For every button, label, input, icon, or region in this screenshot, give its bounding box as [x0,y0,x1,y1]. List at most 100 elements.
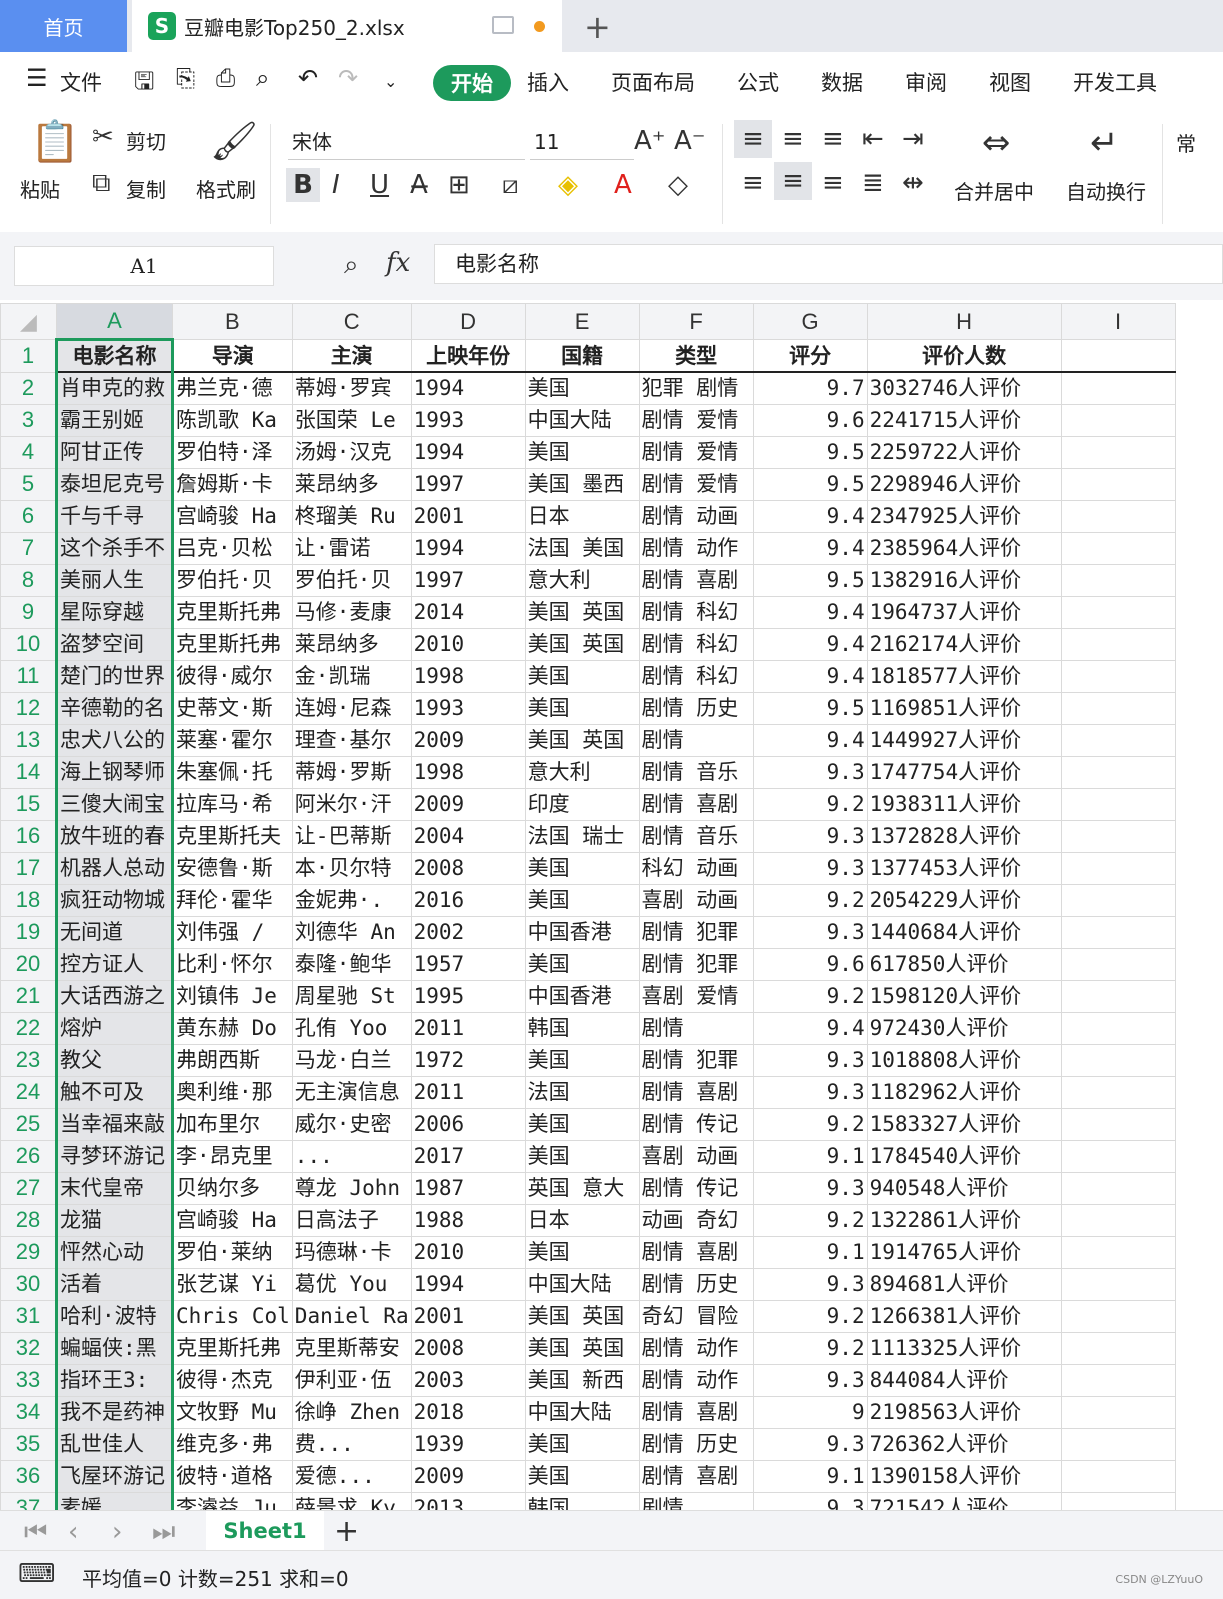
cell[interactable]: 美国 英国 [524,1331,640,1365]
cell[interactable]: 意大利 [524,755,640,789]
cell[interactable]: 意大利 [524,563,640,597]
cell[interactable]: 9.3 [752,1171,868,1205]
fill-color-icon[interactable]: ◈ [558,172,578,198]
row-header[interactable]: 34 [0,1395,57,1429]
cell[interactable]: ... [291,1139,412,1173]
save-icon[interactable]: 🖫 [134,64,154,105]
redo-icon[interactable]: ↷ [338,64,358,92]
row-header[interactable]: 7 [0,531,57,565]
cell[interactable]: 英国 意大 [524,1171,640,1205]
cell[interactable]: 9.4 [752,659,868,693]
cell[interactable]: 柊瑠美 Ru [291,499,412,533]
cell[interactable]: 蝙蝠侠:黑 [55,1331,174,1365]
cell[interactable]: 我不是药神 [55,1395,174,1429]
cell[interactable]: 美国 英国 [524,1299,640,1333]
cell[interactable] [1060,1139,1176,1173]
cell[interactable]: 怦然心动 [55,1235,174,1269]
bold-icon[interactable]: B [286,168,320,202]
menu-insert[interactable]: 插入 [527,67,569,97]
cell[interactable]: 剧情 犯罪 [638,915,754,949]
cell[interactable]: 喜剧 动画 [638,1139,754,1173]
font-size-select[interactable]: 11 [530,126,634,160]
menu-developer[interactable]: 开发工具 [1073,67,1157,97]
cell[interactable]: 詹姆斯·卡 [172,467,293,501]
cell[interactable]: 1998 [410,659,526,693]
cell[interactable]: 1440684人评价 [866,915,1062,949]
cell[interactable]: 1997 [410,563,526,597]
cell[interactable]: 1994 [410,531,526,565]
cell[interactable]: 奥利维·那 [172,1075,293,1109]
cell[interactable]: 2006 [410,1107,526,1141]
cell[interactable]: 弗朗西斯 [172,1043,293,1077]
distribute-icon[interactable]: ⇹ [902,170,924,196]
undo-icon[interactable]: ↶ [298,64,318,92]
row-header[interactable]: 17 [0,851,57,885]
cell[interactable]: 彼特·道格 [172,1459,293,1493]
cell[interactable] [1060,1011,1176,1045]
cell[interactable]: 9.3 [752,915,868,949]
cell[interactable]: 主演 [291,339,412,373]
cell[interactable]: 中国大陆 [524,1395,640,1429]
row-header[interactable]: 4 [0,435,57,469]
cell[interactable]: 1994 [410,1267,526,1301]
cell[interactable]: 美国 新西 [524,1363,640,1397]
cell[interactable]: 让·雷诺 [291,531,412,565]
cell[interactable]: 李·昂克里 [172,1139,293,1173]
cell[interactable]: 马修·麦康 [291,595,412,629]
new-tab-button[interactable]: + [584,8,611,46]
cell[interactable]: 宫崎骏 Ha [172,1203,293,1237]
cell[interactable]: 犯罪 剧情 [638,371,754,405]
cell[interactable]: 9.2 [752,1331,868,1365]
row-header[interactable]: 5 [0,467,57,501]
cell[interactable]: 触不可及 [55,1075,174,1109]
cell[interactable]: 文牧野 Mu [172,1395,293,1429]
cell[interactable]: 1987 [410,1171,526,1205]
row-header[interactable]: 28 [0,1203,57,1237]
cell[interactable]: 9.1 [752,1235,868,1269]
cell[interactable]: 1939 [410,1427,526,1461]
cell[interactable]: 剧情 动作 [638,531,754,565]
cell[interactable]: 韩国 [524,1011,640,1045]
cell[interactable]: 2017 [410,1139,526,1173]
cell[interactable]: 1784540人评价 [866,1139,1062,1173]
cell[interactable]: 1322861人评价 [866,1203,1062,1237]
cell[interactable]: 2054229人评价 [866,883,1062,917]
cell-style-icon[interactable]: ⧄ [502,172,519,198]
cell[interactable]: 蒂姆·罗斯 [291,755,412,789]
cell[interactable]: 辛德勒的名 [55,691,174,725]
cell[interactable] [1060,1299,1176,1333]
cell[interactable] [1060,435,1176,469]
cell[interactable]: 2018 [410,1395,526,1429]
cell[interactable]: 剧情 爱情 [638,435,754,469]
underline-icon[interactable]: U [370,172,389,198]
cell[interactable]: 韩国 [524,1491,640,1510]
row-header[interactable]: 20 [0,947,57,981]
cell[interactable]: 印度 [524,787,640,821]
cell[interactable]: 972430人评价 [866,1011,1062,1045]
cell[interactable]: 罗伯特·泽 [172,435,293,469]
cell[interactable]: 动画 奇幻 [638,1203,754,1237]
row-header[interactable]: 1 [0,339,57,373]
column-header-b[interactable]: B [172,303,293,340]
column-header-c[interactable]: C [291,303,412,340]
cell[interactable]: 9.4 [752,723,868,757]
cell[interactable]: 周星驰 St [291,979,412,1013]
cell[interactable]: 2001 [410,499,526,533]
cell[interactable]: 泰坦尼克号 [55,467,174,501]
cell[interactable]: 剧情 喜剧 [638,1395,754,1429]
cell[interactable]: 拉库马·希 [172,787,293,821]
cell[interactable]: 美国 [524,659,640,693]
cell[interactable]: 9.3 [752,1363,868,1397]
cell[interactable]: 贝纳尔多 [172,1171,293,1205]
cell[interactable]: 朱塞佩·托 [172,755,293,789]
align-middle-icon[interactable]: ≡ [782,126,804,152]
cell[interactable]: 2385964人评价 [866,531,1062,565]
align-left-icon[interactable]: ≡ [742,170,764,196]
cell[interactable]: 剧情 [638,1491,754,1510]
cell[interactable]: 894681人评价 [866,1267,1062,1301]
cell[interactable]: 寻梦环游记 [55,1139,174,1173]
row-header[interactable]: 31 [0,1299,57,1333]
cell[interactable]: 9.1 [752,1459,868,1493]
merge-cells-icon[interactable]: ⇔ [982,126,1011,160]
cell[interactable]: 星际穿越 [55,595,174,629]
